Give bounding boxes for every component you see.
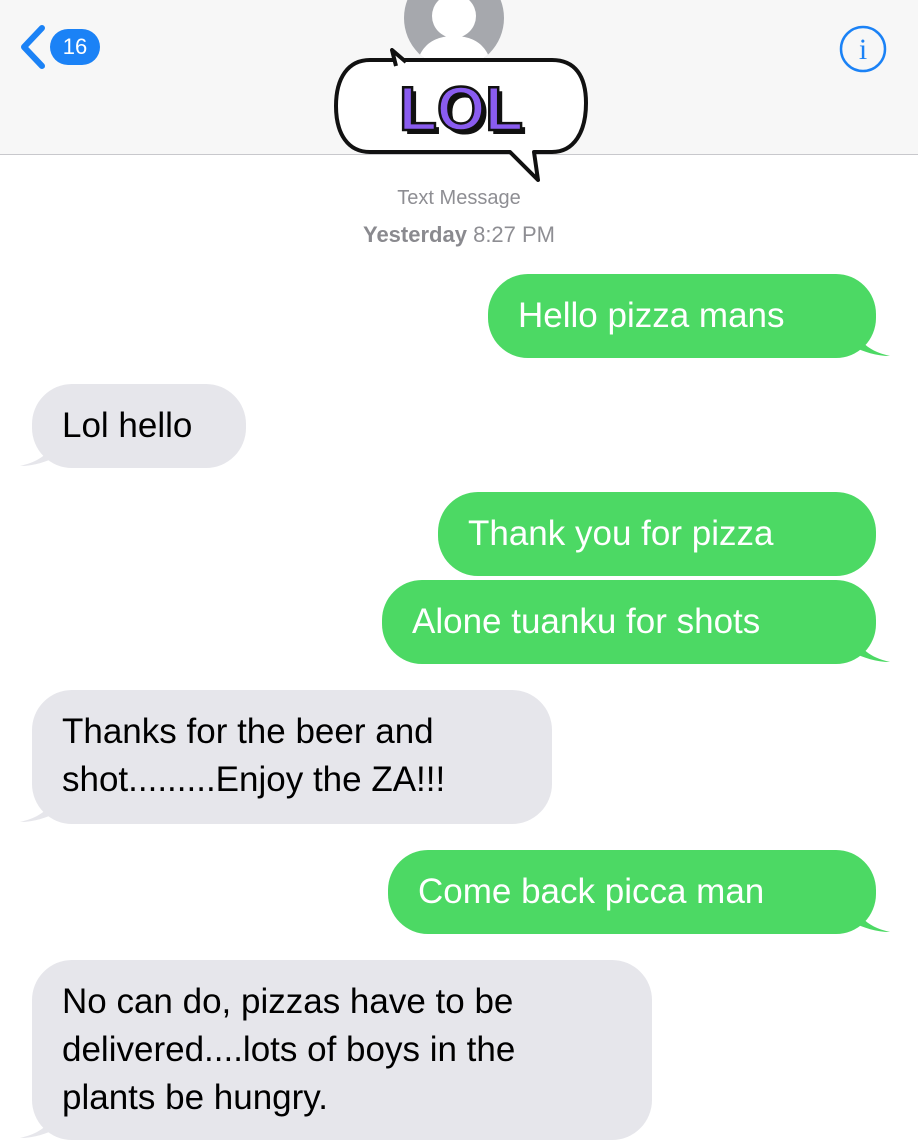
message-bubble-received[interactable]: Lol hello — [32, 384, 246, 468]
timestamp-day: Yesterday — [362, 222, 467, 247]
message-bubble-sent[interactable]: Alone tuanku for shots — [382, 580, 876, 664]
bubble-tail — [852, 624, 890, 662]
message-bubble-sent[interactable]: Hello pizza mans — [488, 274, 876, 358]
message-text: Come back picca man — [418, 872, 765, 911]
message-bubble-sent[interactable]: Thank you for pizza — [438, 492, 876, 576]
message-line: plants be hungry. — [62, 1078, 328, 1117]
info-button[interactable]: i — [838, 24, 888, 74]
svg-text:i: i — [859, 33, 867, 66]
lol-sticker: LOL LOL — [330, 48, 592, 216]
message-text: Lol hello — [62, 406, 193, 445]
bubble-tail — [20, 784, 58, 822]
back-button[interactable]: 16 — [18, 22, 100, 72]
thread-timestamp: Yesterday 8:27 PM — [0, 222, 918, 248]
message-bubble-received[interactable]: Thanks for the beer and shot.........Enj… — [32, 690, 552, 824]
timestamp-time: 8:27 PM — [473, 222, 556, 247]
message-text: Alone tuanku for shots — [412, 602, 761, 641]
unread-count-badge: 16 — [50, 29, 100, 65]
sticker-text: LOL — [399, 75, 523, 144]
back-chevron-icon — [21, 25, 45, 69]
bubble-tail — [852, 894, 890, 932]
message-line: Thanks for the beer and — [62, 712, 434, 751]
message-line: shot.........Enjoy the ZA!!! — [62, 760, 446, 799]
message-text: Hello pizza mans — [518, 296, 785, 335]
message-line: No can do, pizzas have to be — [62, 982, 514, 1021]
bubble-tail — [20, 428, 58, 466]
message-bubble-sent[interactable]: Come back picca man — [388, 850, 876, 934]
message-bubble-received[interactable]: No can do, pizzas have to be delivered..… — [32, 960, 652, 1140]
bubble-tail — [20, 1100, 58, 1138]
info-icon: i — [839, 25, 887, 73]
bubble-tail — [852, 318, 890, 356]
message-text: Thank you for pizza — [468, 514, 774, 553]
message-line: delivered....lots of boys in the — [62, 1030, 516, 1069]
